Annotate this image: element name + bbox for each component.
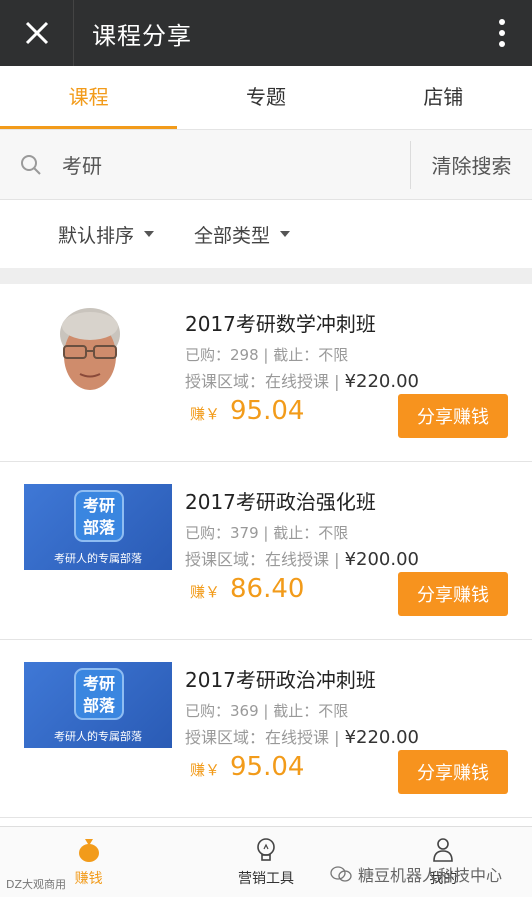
caret-down-icon (280, 231, 291, 237)
close-icon (25, 21, 48, 45)
tab-courses[interactable]: 课程 (0, 66, 178, 129)
share-earn-button[interactable]: 分享赚钱 (398, 572, 508, 616)
course-area-info: 授课区域：在线授课 | ¥200.00 (185, 546, 419, 570)
close-button[interactable] (0, 0, 74, 66)
brand-subtitle: 考研人的专属部落 (54, 730, 142, 743)
course-purchase-info: 已购：369 | 截止：不限 (185, 702, 349, 720)
course-price: ¥200.00 (344, 549, 420, 570)
tab-bar: 课程 专题 店铺 (0, 66, 532, 130)
nav-earn-label: 赚钱 (74, 871, 103, 887)
earn-amount: 赚￥ 86.40 (190, 574, 304, 604)
course-thumbnail (52, 304, 128, 392)
brand-logo: 考研部落 (74, 490, 124, 542)
sort-label: 默认排序 (58, 224, 135, 247)
share-earn-button[interactable]: 分享赚钱 (398, 394, 508, 438)
course-price: ¥220.00 (344, 727, 420, 748)
more-vertical-icon (499, 19, 505, 47)
course-list: 2017考研数学冲刺班 已购：298 | 截止：不限 授课区域：在线授课 | ¥… (0, 284, 532, 818)
type-dropdown[interactable]: 全部类型 (194, 221, 291, 248)
page-title: 课程分享 (92, 21, 192, 50)
earn-value: 95.04 (230, 752, 305, 782)
type-label: 全部类型 (194, 224, 271, 247)
course-item[interactable]: 2017考研数学冲刺班 已购：298 | 截止：不限 授课区域：在线授课 | ¥… (0, 284, 532, 462)
search-bar: 考研 清除搜索 (0, 130, 532, 200)
course-area: 授课区域：在线授课 | (185, 372, 345, 391)
teacher-portrait-image (52, 304, 128, 392)
clear-search-button[interactable]: 清除搜索 (410, 140, 532, 189)
tab-topics[interactable]: 专题 (177, 66, 354, 129)
course-title: 2017考研政治强化班 (185, 490, 376, 514)
brand-logo: 考研部落 (74, 668, 124, 720)
earn-amount: 赚￥ 95.04 (190, 396, 304, 426)
earn-value: 95.04 (230, 396, 305, 426)
brand-subtitle: 考研人的专属部落 (54, 552, 142, 565)
caret-down-icon (144, 231, 155, 237)
share-earn-button[interactable]: 分享赚钱 (398, 750, 508, 794)
earn-label: 赚￥ (190, 761, 221, 779)
tab-shops[interactable]: 店铺 (355, 66, 532, 129)
wechat-icon (330, 866, 352, 882)
course-item[interactable]: 考研部落 考研人的专属部落 2017考研政治冲刺班 已购：369 | 截止：不限… (0, 640, 532, 818)
filter-bar: 默认排序 全部类型 (0, 200, 532, 268)
search-input[interactable]: 考研 (62, 150, 410, 179)
nav-marketing-label: 营销工具 (237, 871, 294, 887)
course-area: 授课区域：在线授课 | (185, 550, 345, 569)
watermark-text: 糖豆机器人科技中心 (358, 866, 503, 885)
course-item[interactable]: 考研部落 考研人的专属部落 2017考研政治强化班 已购：379 | 截止：不限… (0, 462, 532, 640)
course-area-info: 授课区域：在线授课 | ¥220.00 (185, 724, 419, 748)
earn-label: 赚￥ (190, 583, 221, 601)
course-area: 授课区域：在线授课 | (185, 728, 345, 747)
nav-marketing-tools[interactable]: 营销工具 (177, 827, 354, 897)
earn-label: 赚￥ (190, 405, 221, 423)
section-divider (0, 268, 532, 284)
course-area-info: 授课区域：在线授课 | ¥220.00 (185, 368, 419, 392)
course-purchase-info: 已购：379 | 截止：不限 (185, 524, 349, 542)
search-icon (0, 154, 62, 176)
lightbulb-icon (255, 836, 277, 864)
user-icon (432, 836, 454, 864)
course-thumbnail: 考研部落 考研人的专属部落 (24, 662, 172, 748)
earn-amount: 赚￥ 95.04 (190, 752, 304, 782)
earn-value: 86.40 (230, 574, 305, 604)
watermark: 糖豆机器人科技中心 (330, 862, 502, 886)
course-title: 2017考研政治冲刺班 (185, 668, 376, 692)
course-thumbnail: 考研部落 考研人的专属部落 (24, 484, 172, 570)
sort-dropdown[interactable]: 默认排序 (58, 221, 155, 248)
money-bag-icon (78, 836, 100, 864)
title-bar: 课程分享 (0, 0, 532, 66)
course-price: ¥220.00 (344, 371, 420, 392)
more-menu-button[interactable] (472, 0, 532, 66)
course-purchase-info: 已购：298 | 截止：不限 (185, 346, 349, 364)
watermark-left: DZ大观商用 (6, 878, 67, 891)
course-title: 2017考研数学冲刺班 (185, 312, 376, 336)
